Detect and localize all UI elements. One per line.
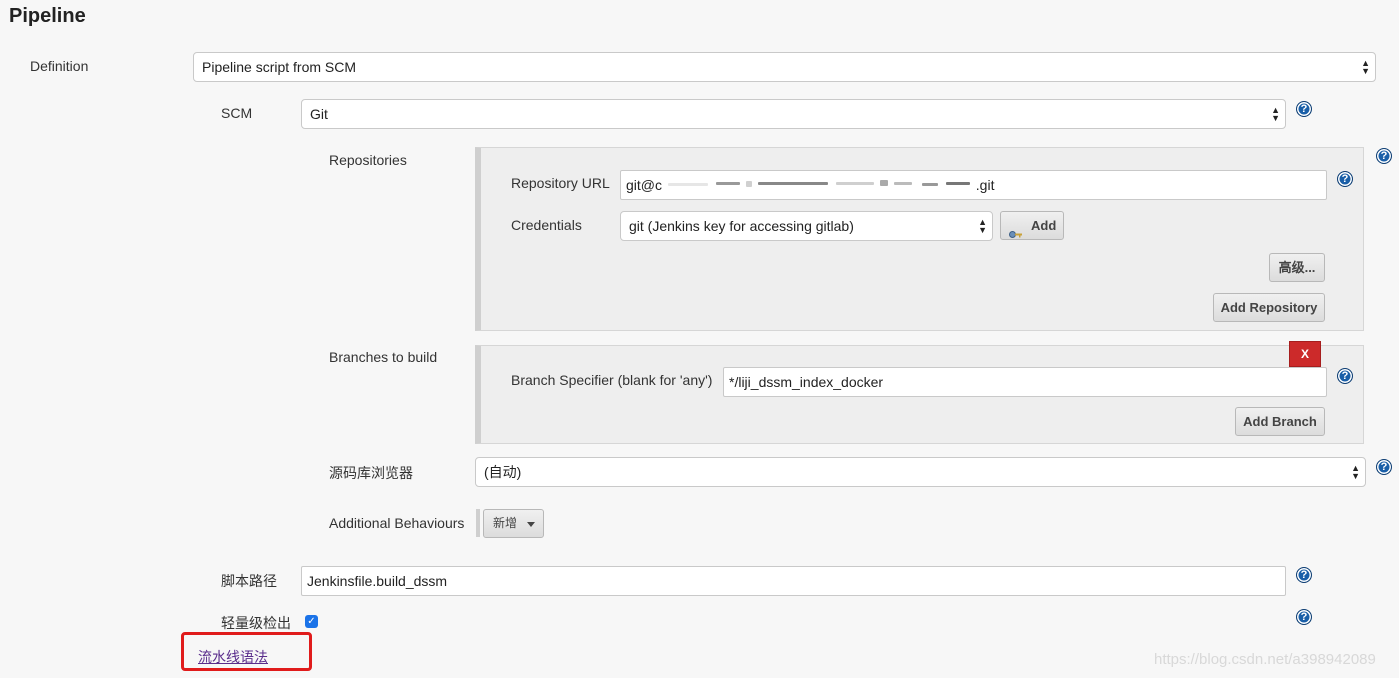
credentials-selected-value: git (Jenkins key for accessing gitlab) bbox=[629, 218, 854, 234]
scm-help-icon[interactable]: ? bbox=[1296, 101, 1312, 117]
scm-selected-value: Git bbox=[310, 106, 328, 122]
script-path-input[interactable]: Jenkinsfile.build_dssm bbox=[301, 566, 1286, 596]
branch-specifier-help-icon[interactable]: ? bbox=[1337, 368, 1353, 384]
select-arrows-icon: ▲ ▼ bbox=[1271, 105, 1280, 123]
additional-behaviours-label: Additional Behaviours bbox=[329, 515, 465, 531]
repository-browser-help-icon[interactable]: ? bbox=[1376, 459, 1392, 475]
lightweight-checkout-checkbox[interactable]: ✓ bbox=[305, 615, 318, 628]
redacted-url-segment bbox=[666, 178, 972, 190]
add-credentials-button[interactable]: Add bbox=[1000, 211, 1064, 240]
section-title: Pipeline bbox=[9, 5, 86, 27]
repository-url-label: Repository URL bbox=[511, 175, 610, 191]
credentials-label: Credentials bbox=[511, 217, 582, 233]
definition-selected-value: Pipeline script from SCM bbox=[202, 59, 357, 75]
caret-down-icon bbox=[527, 522, 535, 527]
pipeline-syntax-link[interactable]: 流水线语法 bbox=[198, 647, 268, 667]
credentials-select[interactable]: git (Jenkins key for accessing gitlab) ▲… bbox=[620, 211, 993, 241]
repository-url-input[interactable]: git@c .git bbox=[620, 170, 1327, 200]
select-arrows-icon: ▲ ▼ bbox=[1351, 463, 1360, 481]
add-behaviour-label: 新增 bbox=[493, 516, 518, 530]
delete-branch-button[interactable]: X bbox=[1289, 341, 1321, 367]
branches-label: Branches to build bbox=[329, 349, 438, 365]
add-branch-button[interactable]: Add Branch bbox=[1235, 407, 1325, 436]
add-behaviour-dropdown-button[interactable]: 新增 bbox=[483, 509, 544, 538]
branch-specifier-label: Branch Specifier (blank for 'any') bbox=[511, 372, 713, 388]
select-arrows-icon: ▲ ▼ bbox=[1361, 58, 1370, 76]
branch-specifier-input[interactable]: */liji_dssm_index_docker bbox=[723, 367, 1327, 397]
behaviours-divider bbox=[476, 509, 480, 537]
lightweight-checkout-help-icon[interactable]: ? bbox=[1296, 609, 1312, 625]
repository-browser-selected-value: (自动) bbox=[484, 464, 522, 480]
definition-label: Definition bbox=[30, 58, 89, 74]
lightweight-checkout-label: 轻量级检出 bbox=[221, 615, 291, 631]
repository-url-suffix: .git bbox=[975, 177, 995, 193]
repository-browser-select[interactable]: (自动) ▲ ▼ bbox=[475, 457, 1366, 487]
repository-url-prefix: git@c bbox=[626, 177, 662, 193]
definition-select[interactable]: Pipeline script from SCM ▲ ▼ bbox=[193, 52, 1376, 82]
scm-label: SCM bbox=[221, 105, 253, 121]
repositories-help-icon[interactable]: ? bbox=[1376, 148, 1392, 164]
script-path-label: 脚本路径 bbox=[221, 573, 277, 589]
watermark-text: https://blog.csdn.net/a398942089 bbox=[1154, 651, 1376, 668]
advanced-button[interactable]: 高级... bbox=[1269, 253, 1325, 282]
key-icon bbox=[1009, 221, 1023, 238]
repository-browser-label: 源码库浏览器 bbox=[329, 465, 413, 481]
repository-url-help-icon[interactable]: ? bbox=[1337, 171, 1353, 187]
select-arrows-icon: ▲ ▼ bbox=[978, 217, 987, 235]
add-credentials-label: Add bbox=[1031, 218, 1057, 233]
repositories-label: Repositories bbox=[329, 152, 407, 168]
scm-select[interactable]: Git ▲ ▼ bbox=[301, 99, 1286, 129]
add-repository-button[interactable]: Add Repository bbox=[1213, 293, 1325, 322]
script-path-help-icon[interactable]: ? bbox=[1296, 567, 1312, 583]
